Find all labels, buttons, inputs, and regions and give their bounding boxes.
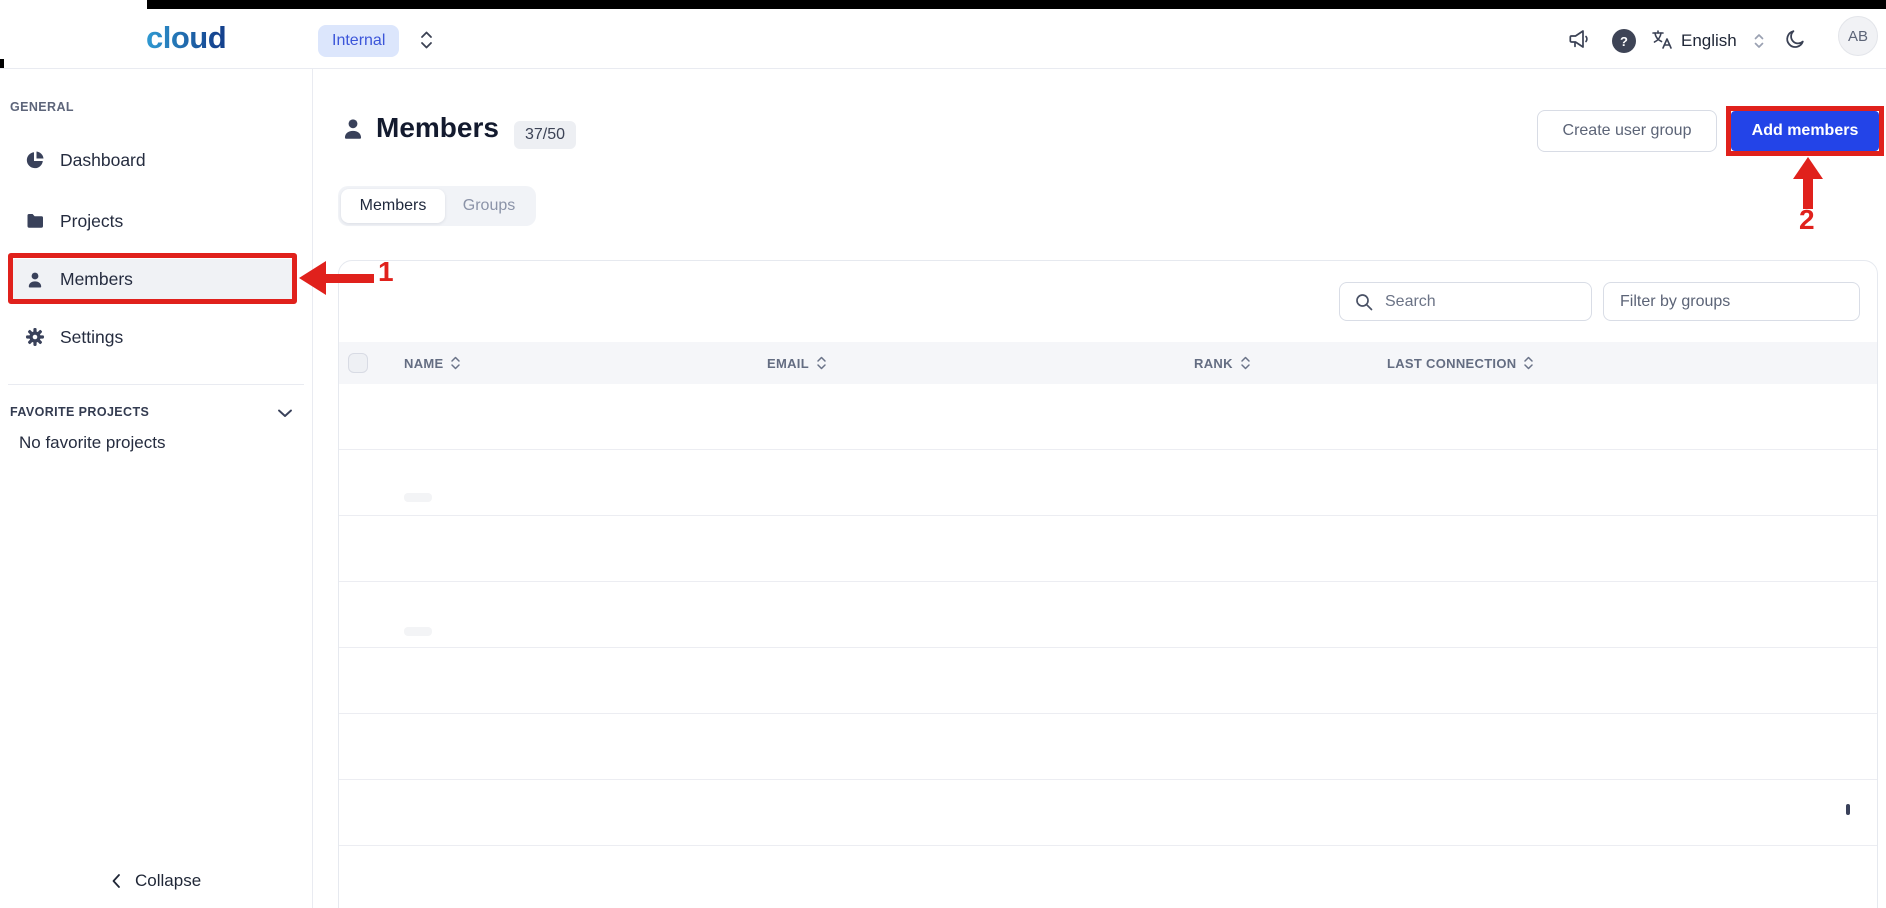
members-title-icon bbox=[344, 119, 362, 139]
members-count-badge: 37/50 bbox=[514, 121, 577, 149]
chevron-down-icon[interactable] bbox=[276, 405, 294, 421]
collapse-sidebar-button[interactable]: Collapse bbox=[110, 871, 201, 891]
sidebar-item-projects[interactable]: Projects bbox=[12, 201, 294, 241]
column-header-rank[interactable]: RANK bbox=[1194, 342, 1251, 384]
sidebar-item-label: Settings bbox=[60, 326, 124, 347]
members-table-card: Filter by groups NAME EMAIL RANK LAST CO… bbox=[338, 260, 1878, 908]
topbar: cloud Internal ? English AB bbox=[0, 0, 1886, 69]
table-header-row: NAME EMAIL RANK LAST CONNECTION bbox=[339, 342, 1877, 384]
annotation-arrow-step2 bbox=[1793, 157, 1823, 179]
help-icon[interactable]: ? bbox=[1612, 29, 1636, 53]
select-all-checkbox[interactable] bbox=[348, 353, 368, 373]
sort-icon[interactable] bbox=[816, 355, 827, 371]
pie-chart-icon bbox=[26, 151, 44, 169]
sort-icon[interactable] bbox=[450, 355, 461, 371]
tab-groups[interactable]: Groups bbox=[445, 189, 533, 223]
sidebar-item-label: Members bbox=[60, 269, 133, 289]
announcements-icon[interactable] bbox=[1566, 26, 1592, 52]
sidebar-item-label: Projects bbox=[60, 210, 124, 231]
sidebar-item-label: Dashboard bbox=[60, 149, 146, 170]
annotation-arrow-shaft-step1 bbox=[325, 274, 374, 283]
sidebar: GENERAL Dashboard Projects Members Setti… bbox=[0, 69, 313, 908]
table-row[interactable] bbox=[339, 516, 1877, 582]
redacted-smudge bbox=[404, 493, 432, 502]
members-page: cloud Internal ? English AB GENERAL Dash… bbox=[0, 0, 1886, 908]
table-row[interactable] bbox=[339, 384, 1877, 450]
dark-mode-icon[interactable] bbox=[1783, 27, 1807, 51]
annotation-box-step2: Add members bbox=[1726, 106, 1884, 156]
folder-icon bbox=[27, 214, 43, 228]
search-icon bbox=[1356, 293, 1373, 310]
favorite-projects-header[interactable]: FAVORITE PROJECTS bbox=[10, 405, 149, 419]
page-title: Members bbox=[376, 112, 499, 143]
table-row[interactable] bbox=[339, 450, 1877, 516]
annotation-number-2: 2 bbox=[1799, 204, 1815, 235]
annotation-number-1: 1 bbox=[378, 256, 394, 287]
table-row[interactable] bbox=[339, 714, 1877, 780]
column-header-name[interactable]: NAME bbox=[404, 342, 461, 384]
search-box[interactable] bbox=[1339, 282, 1592, 321]
chevron-left-icon bbox=[112, 874, 120, 888]
redacted-smudge bbox=[404, 627, 432, 636]
create-user-group-button[interactable]: Create user group bbox=[1537, 110, 1717, 152]
table-row[interactable] bbox=[339, 582, 1877, 648]
sidebar-divider bbox=[8, 384, 304, 385]
search-input[interactable] bbox=[1385, 292, 1577, 311]
favorites-empty-text: No favorite projects bbox=[19, 433, 166, 452]
left-edge-mark bbox=[0, 59, 4, 68]
members-groups-tabs: Members Groups bbox=[338, 186, 536, 226]
language-icon[interactable] bbox=[1650, 28, 1674, 52]
sort-icon[interactable] bbox=[1523, 355, 1534, 371]
top-black-bar bbox=[147, 0, 1886, 9]
organization-badge[interactable]: Internal bbox=[318, 25, 400, 57]
user-avatar[interactable]: AB bbox=[1838, 16, 1878, 56]
table-row[interactable] bbox=[339, 780, 1877, 846]
column-header-last-connection[interactable]: LAST CONNECTION bbox=[1387, 342, 1534, 384]
collapse-label: Collapse bbox=[135, 871, 202, 890]
column-header-email[interactable]: EMAIL bbox=[767, 342, 827, 384]
person-icon bbox=[28, 272, 42, 287]
annotation-arrow-step1 bbox=[299, 261, 326, 295]
sidebar-item-dashboard[interactable]: Dashboard bbox=[12, 140, 294, 180]
sidebar-item-settings[interactable]: Settings bbox=[12, 317, 294, 357]
sort-icon[interactable] bbox=[1240, 355, 1251, 371]
filter-by-groups-dropdown[interactable]: Filter by groups bbox=[1603, 282, 1860, 321]
add-members-button[interactable]: Add members bbox=[1731, 111, 1879, 151]
gear-icon bbox=[26, 328, 44, 346]
table-row[interactable] bbox=[339, 846, 1877, 908]
table-row[interactable] bbox=[339, 648, 1877, 714]
sidebar-item-members[interactable]: Members bbox=[12, 259, 294, 300]
tab-members[interactable]: Members bbox=[341, 189, 445, 223]
table-body bbox=[339, 384, 1877, 908]
language-chevron-icon bbox=[1753, 32, 1766, 50]
organization-switcher-icon[interactable] bbox=[417, 27, 435, 53]
cloud-logo[interactable]: cloud bbox=[146, 20, 227, 56]
sidebar-section-general: GENERAL bbox=[10, 100, 74, 114]
stray-text-mark bbox=[1846, 804, 1850, 815]
language-selector[interactable]: English bbox=[1681, 31, 1737, 51]
